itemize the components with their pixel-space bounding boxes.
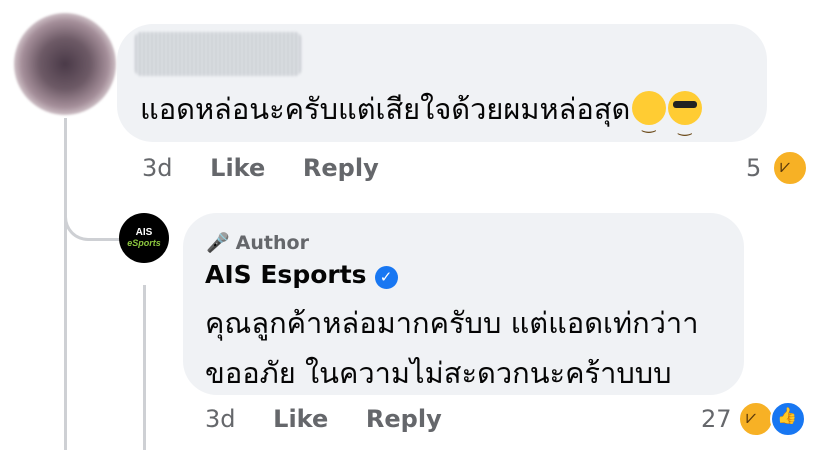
smirking-face-icon (632, 91, 667, 145)
thread-line-vertical (64, 118, 67, 450)
esports-logo-text: eSports (127, 238, 161, 248)
haha-icon[interactable] (772, 150, 808, 186)
haha-icon[interactable] (738, 401, 774, 437)
like-icon[interactable] (770, 401, 806, 437)
reply-text: คุณลูกค้าหล่อมากครับบ แต่แอดเท่กว่าา ขออ… (205, 298, 699, 398)
like-button[interactable]: Like (210, 154, 265, 182)
reply-actions: 3d Like Reply (205, 405, 442, 433)
ais-logo-text: AIS (135, 227, 153, 238)
microphone-icon: 🎤 (206, 232, 230, 254)
author-badge-label: Author (235, 232, 309, 254)
reply-author-name[interactable]: AIS Esports ✓ (205, 260, 398, 289)
reply-button[interactable]: Reply (303, 154, 379, 182)
reply-text-line-2: ขออภัย ในความไม่สะดวกนะคร้าบบบ (205, 356, 672, 390)
reply-timestamp[interactable]: 3d (205, 405, 236, 433)
reply-reply-button[interactable]: Reply (366, 405, 442, 433)
author-name-text[interactable]: AIS Esports (205, 260, 367, 289)
comment-actions: 3d Like Reply (142, 154, 379, 182)
comment-body: แอดหล่อนะครับแต่เสียใจด้วยผมหล่อสุด (140, 92, 631, 126)
ais-esports-avatar[interactable]: AIS eSports (119, 213, 169, 263)
author-badge: 🎤 Author (206, 231, 309, 254)
smiling-face-with-sunglasses-icon (668, 91, 703, 148)
reply-reaction-count[interactable]: 27 (701, 405, 732, 433)
reply-like-button[interactable]: Like (273, 405, 328, 433)
reaction-count[interactable]: 5 (746, 154, 761, 182)
thread-line-reply (143, 285, 146, 450)
reply-text-line-1: คุณลูกค้าหล่อมากครับบ แต่แอดเท่กว่าา (205, 306, 699, 340)
comment-text: แอดหล่อนะครับแต่เสียใจด้วยผมหล่อสุด (140, 88, 703, 148)
verified-badge-icon: ✓ (374, 266, 398, 289)
commenter-avatar[interactable] (14, 13, 116, 115)
commenter-name-blurred[interactable] (135, 32, 301, 76)
comment-timestamp[interactable]: 3d (142, 154, 173, 182)
thread-line-branch (64, 178, 123, 241)
